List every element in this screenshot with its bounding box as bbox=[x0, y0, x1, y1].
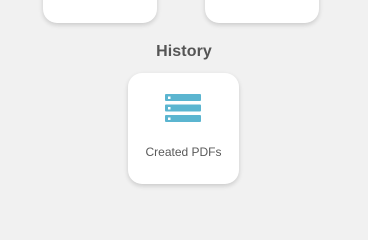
bottom-fade bbox=[0, 195, 368, 207]
created-pdfs-label: Created PDFs bbox=[145, 145, 222, 159]
top-left-option-card[interactable] bbox=[43, 0, 157, 23]
stacked-list-icon bbox=[165, 93, 201, 123]
top-right-option-card[interactable] bbox=[205, 0, 319, 23]
created-pdfs-card[interactable]: Created PDFs bbox=[128, 73, 239, 184]
app-screen: History Created PDFs bbox=[0, 0, 368, 207]
history-section-title: History bbox=[156, 43, 212, 60]
